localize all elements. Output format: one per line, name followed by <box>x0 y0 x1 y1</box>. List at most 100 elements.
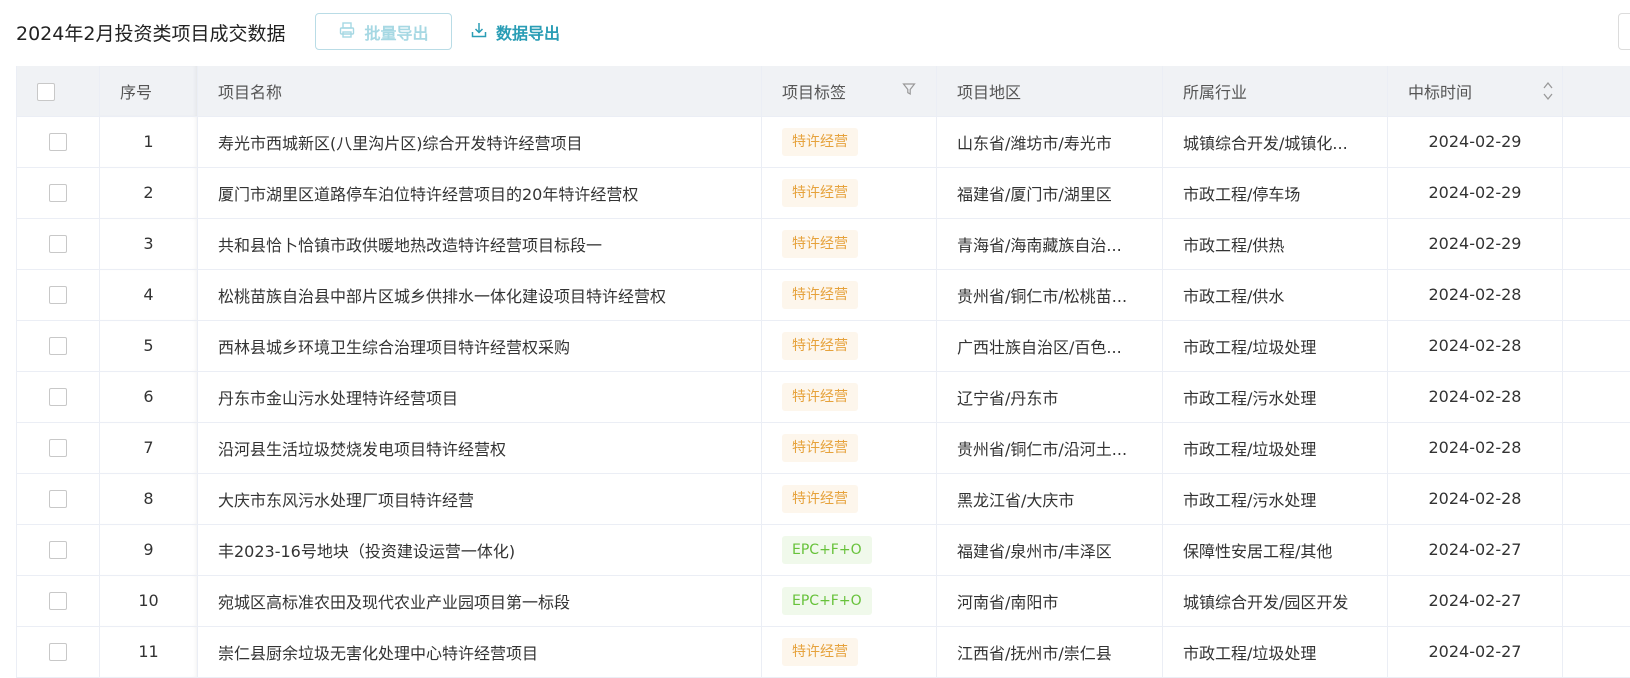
row-checkbox[interactable] <box>49 286 67 305</box>
project-tag: 特许经营 <box>782 433 858 462</box>
row-select-cell[interactable] <box>16 626 100 678</box>
row-seq: 6 <box>99 371 198 423</box>
row-seq: 11 <box>99 626 198 678</box>
row-select-cell[interactable] <box>16 473 100 525</box>
row-checkbox[interactable] <box>49 643 67 662</box>
row-time: 2024-02-28 <box>1387 422 1563 474</box>
table-row[interactable]: 3 共和县恰卜恰镇市政供暖地热改造特许经营项目标段一 特许经营 青海省/海南藏族… <box>16 218 1630 270</box>
row-tag-cell: 特许经营 <box>761 422 937 474</box>
row-region: 福建省/厦门市/湖里区 <box>936 167 1163 219</box>
project-tag: 特许经营 <box>782 229 858 258</box>
row-select-cell[interactable] <box>16 371 100 423</box>
row-project-name[interactable]: 松桃苗族自治县中部片区城乡供排水一体化建设项目特许经营权 <box>197 269 762 321</box>
row-project-name[interactable]: 西林县城乡环境卫生综合治理项目特许经营权采购 <box>197 320 762 372</box>
row-checkbox[interactable] <box>49 439 67 458</box>
row-checkbox[interactable] <box>49 490 67 509</box>
row-project-name[interactable]: 崇仁县厨余垃圾无害化处理中心特许经营项目 <box>197 626 762 678</box>
row-region: 江西省/抚州市/崇仁县 <box>936 626 1163 678</box>
batch-export-button[interactable]: 批量导出 <box>315 13 452 50</box>
row-seq: 1 <box>99 116 198 168</box>
row-project-name[interactable]: 宛城区高标准农田及现代农业产业园项目第一标段 <box>197 575 762 627</box>
table-row[interactable]: 5 西林县城乡环境卫生综合治理项目特许经营权采购 特许经营 广西壮族自治区/百色… <box>16 320 1630 372</box>
row-select-cell[interactable] <box>16 524 100 576</box>
row-time: 2024-02-27 <box>1387 626 1563 678</box>
header-time[interactable]: 中标时间 <box>1387 66 1563 117</box>
row-tag-cell: 特许经营 <box>761 269 937 321</box>
sort-icon[interactable] <box>1542 80 1554 106</box>
row-tag-cell: 特许经营 <box>761 116 937 168</box>
toolbar: 2024年2月投资类项目成交数据 批量导出 数据导出 <box>0 0 1630 62</box>
project-tag: 特许经营 <box>782 484 858 513</box>
row-time: 2024-02-29 <box>1387 167 1563 219</box>
row-extra <box>1562 524 1630 576</box>
toolbar-edge-control[interactable] <box>1618 13 1630 50</box>
row-checkbox[interactable] <box>49 388 67 407</box>
row-select-cell[interactable] <box>16 218 100 270</box>
row-region: 贵州省/铜仁市/沿河土... <box>936 422 1163 474</box>
row-time: 2024-02-28 <box>1387 473 1563 525</box>
row-checkbox[interactable] <box>49 184 67 203</box>
table-row[interactable]: 8 大庆市东风污水处理厂项目特许经营 特许经营 黑龙江省/大庆市 市政工程/污水… <box>16 473 1630 525</box>
table-row[interactable]: 1 寿光市西城新区(八里沟片区)综合开发特许经营项目 特许经营 山东省/潍坊市/… <box>16 116 1630 168</box>
table-header-row: 序号 项目名称 项目标签 项目地区 所属行业 中标时间 <box>16 66 1630 117</box>
row-select-cell[interactable] <box>16 116 100 168</box>
row-seq: 9 <box>99 524 198 576</box>
row-select-cell[interactable] <box>16 575 100 627</box>
filter-icon[interactable] <box>902 81 916 100</box>
row-seq: 8 <box>99 473 198 525</box>
row-project-name[interactable]: 厦门市湖里区道路停车泊位特许经营项目的20年特许经营权 <box>197 167 762 219</box>
row-time: 2024-02-29 <box>1387 218 1563 270</box>
data-export-button[interactable]: 数据导出 <box>470 13 560 50</box>
row-project-name[interactable]: 丹东市金山污水处理特许经营项目 <box>197 371 762 423</box>
row-select-cell[interactable] <box>16 269 100 321</box>
project-tag: EPC+F+O <box>782 535 872 564</box>
header-extra <box>1562 66 1630 117</box>
row-select-cell[interactable] <box>16 422 100 474</box>
row-project-name[interactable]: 共和县恰卜恰镇市政供暖地热改造特许经营项目标段一 <box>197 218 762 270</box>
row-checkbox[interactable] <box>49 235 67 254</box>
header-select-all[interactable] <box>16 66 100 117</box>
row-region: 黑龙江省/大庆市 <box>936 473 1163 525</box>
project-tag: 特许经营 <box>782 382 858 411</box>
table-row[interactable]: 11 崇仁县厨余垃圾无害化处理中心特许经营项目 特许经营 江西省/抚州市/崇仁县… <box>16 626 1630 678</box>
row-project-name[interactable]: 大庆市东风污水处理厂项目特许经营 <box>197 473 762 525</box>
table-row[interactable]: 4 松桃苗族自治县中部片区城乡供排水一体化建设项目特许经营权 特许经营 贵州省/… <box>16 269 1630 321</box>
row-select-cell[interactable] <box>16 167 100 219</box>
table-row[interactable]: 6 丹东市金山污水处理特许经营项目 特许经营 辽宁省/丹东市 市政工程/污水处理… <box>16 371 1630 423</box>
row-project-name[interactable]: 沿河县生活垃圾焚烧发电项目特许经营权 <box>197 422 762 474</box>
table-row[interactable]: 2 厦门市湖里区道路停车泊位特许经营项目的20年特许经营权 特许经营 福建省/厦… <box>16 167 1630 219</box>
row-extra <box>1562 269 1630 321</box>
project-tag: 特许经营 <box>782 127 858 156</box>
row-seq: 10 <box>99 575 198 627</box>
row-time: 2024-02-27 <box>1387 575 1563 627</box>
row-industry: 市政工程/供水 <box>1162 269 1388 321</box>
row-tag-cell: 特许经营 <box>761 218 937 270</box>
header-region: 项目地区 <box>936 66 1163 117</box>
row-checkbox[interactable] <box>49 592 67 611</box>
row-project-name[interactable]: 寿光市西城新区(八里沟片区)综合开发特许经营项目 <box>197 116 762 168</box>
row-extra <box>1562 473 1630 525</box>
row-time: 2024-02-28 <box>1387 371 1563 423</box>
select-all-checkbox[interactable] <box>37 82 55 101</box>
project-tag: EPC+F+O <box>782 586 872 615</box>
row-tag-cell: 特许经营 <box>761 320 937 372</box>
table-row[interactable]: 10 宛城区高标准农田及现代农业产业园项目第一标段 EPC+F+O 河南省/南阳… <box>16 575 1630 627</box>
row-extra <box>1562 575 1630 627</box>
row-region: 辽宁省/丹东市 <box>936 371 1163 423</box>
row-industry: 市政工程/污水处理 <box>1162 473 1388 525</box>
row-select-cell[interactable] <box>16 320 100 372</box>
row-seq: 3 <box>99 218 198 270</box>
table-row[interactable]: 9 丰2023-16号地块（投资建设运营一体化) EPC+F+O 福建省/泉州市… <box>16 524 1630 576</box>
row-checkbox[interactable] <box>49 133 67 152</box>
row-region: 河南省/南阳市 <box>936 575 1163 627</box>
row-project-name[interactable]: 丰2023-16号地块（投资建设运营一体化) <box>197 524 762 576</box>
table-row[interactable]: 7 沿河县生活垃圾焚烧发电项目特许经营权 特许经营 贵州省/铜仁市/沿河土...… <box>16 422 1630 474</box>
row-region: 广西壮族自治区/百色... <box>936 320 1163 372</box>
row-industry: 城镇综合开发/城镇化... <box>1162 116 1388 168</box>
row-seq: 7 <box>99 422 198 474</box>
header-time-label: 中标时间 <box>1408 82 1473 102</box>
row-industry: 市政工程/垃圾处理 <box>1162 626 1388 678</box>
row-checkbox[interactable] <box>49 337 67 356</box>
row-checkbox[interactable] <box>49 541 67 560</box>
row-region: 福建省/泉州市/丰泽区 <box>936 524 1163 576</box>
